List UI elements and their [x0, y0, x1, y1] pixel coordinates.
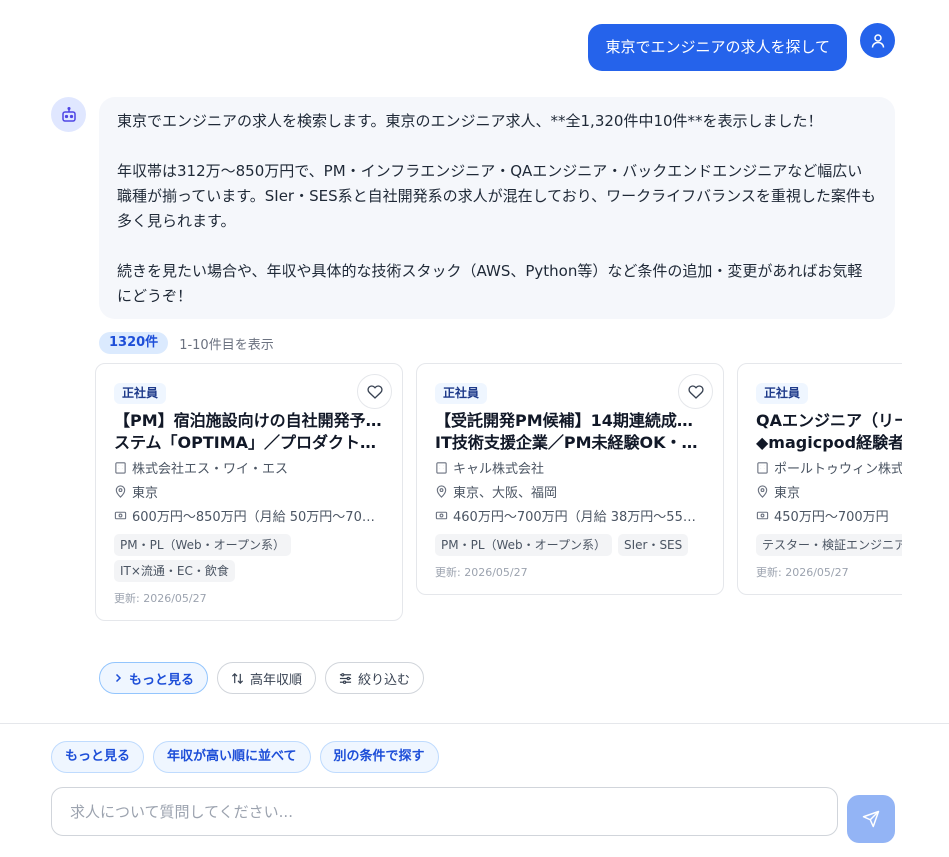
- job-title-line: QAエンジニア（リー: [756, 411, 902, 430]
- job-card[interactable]: 正社員 【PM】宿泊施設向けの自社開発予約シ ステム「OPTIMA」／プロダクト…: [95, 363, 403, 621]
- building-icon: [757, 461, 768, 474]
- job-title-line: ステム「OPTIMA」／プロダクトを…: [114, 433, 384, 452]
- industry-chip: IT×流通・EC・飲食: [114, 560, 235, 582]
- job-card[interactable]: 正社員 QAエンジニア（リー ◆magicpod経験者大 ポールトゥウィン株式 …: [737, 363, 902, 595]
- industry-chip: SIer・SES: [617, 534, 689, 556]
- bot-message-paragraph: 続きを見たい場合や、年収や具体的な技術スタック（AWS、Python等）など条件…: [117, 262, 863, 305]
- company-name: 株式会社エス・ワイ・エス: [132, 461, 289, 477]
- chat-input-container: [51, 787, 838, 836]
- show-more-label: もっと見る: [129, 672, 195, 688]
- updated-date: 更新: 2026/05/27: [756, 566, 849, 579]
- bot-icon: [61, 106, 76, 122]
- user-icon: [871, 33, 884, 48]
- employment-type-tag: 正社員: [435, 383, 488, 404]
- heart-icon: [687, 384, 704, 399]
- bot-message-paragraph: 東京でエンジニアの求人を検索します。東京のエンジニア求人、**全1,320件中1…: [117, 112, 823, 130]
- favorite-button[interactable]: [357, 374, 392, 409]
- divider: [0, 723, 949, 724]
- map-pin-icon: [115, 484, 126, 498]
- salary-text: 450万円〜700万円: [774, 509, 889, 525]
- company-row: ポールトゥウィン株式: [756, 456, 902, 478]
- job-title[interactable]: 【PM】宿泊施設向けの自社開発予約シ ステム「OPTIMA」／プロダクトを…: [114, 410, 384, 454]
- updated-date: 更新: 2026/05/27: [435, 566, 528, 579]
- job-card[interactable]: 正社員 【受託開発PM候補】14期連続成長の IT技術支援企業／PM未経験OK・…: [416, 363, 724, 595]
- salary-row: 450万円〜700万円: [756, 504, 902, 526]
- user-message-row: 東京でエンジニアの求人を探して: [588, 24, 847, 71]
- result-range-text: 1-10件目を表示: [179, 337, 274, 353]
- job-category-chip: テスター・検証エンジニア: [756, 534, 902, 556]
- result-actions: もっと見る 高年収順 絞り込む: [99, 662, 425, 694]
- heart-icon: [366, 384, 383, 399]
- job-category-chips: テスター・検証エンジニア: [756, 534, 902, 556]
- location-row: 東京: [114, 480, 384, 502]
- job-title[interactable]: 【受託開発PM候補】14期連続成長の IT技術支援企業／PM未経験OK・残…: [435, 410, 705, 454]
- job-title-line: 【PM】宿泊施設向けの自社開発予約シ: [114, 411, 384, 430]
- suggestion-chip[interactable]: もっと見る: [51, 741, 145, 773]
- company-name: ポールトゥウィン株式: [774, 461, 902, 477]
- updated-date: 更新: 2026/05/27: [114, 592, 207, 605]
- chevron-right-icon: [115, 673, 122, 683]
- company-name: キャル株式会社: [453, 461, 545, 477]
- favorite-button[interactable]: [678, 374, 713, 409]
- building-icon: [436, 461, 447, 474]
- result-count-badge: 1320件: [99, 332, 169, 354]
- sort-high-salary-button[interactable]: 高年収順: [217, 662, 317, 694]
- job-category-chip: PM・PL（Web・オープン系）: [114, 534, 291, 556]
- results-meta: 1320件 1-10件目を表示: [99, 332, 274, 354]
- job-category-chip: PM・PL（Web・オープン系）: [435, 534, 612, 556]
- location-row: 東京、大阪、福岡: [435, 480, 705, 502]
- company-row: キャル株式会社: [435, 456, 705, 478]
- suggestion-chip[interactable]: 別の条件で探す: [319, 741, 439, 773]
- salary-text: 460万円〜700万円（月給 38万円〜55…: [453, 509, 696, 525]
- money-icon: [756, 511, 769, 519]
- map-pin-icon: [757, 484, 768, 498]
- filter-label: 絞り込む: [358, 672, 411, 688]
- salary-text: 600万円〜850万円（月給 50万円〜70…: [132, 509, 375, 525]
- job-title-line: 【受託開発PM候補】14期連続成長の: [435, 411, 705, 430]
- job-title-line: IT技術支援企業／PM未経験OK・残…: [435, 433, 705, 452]
- employment-type-tag: 正社員: [114, 383, 167, 404]
- building-icon: [115, 461, 126, 474]
- sort-label: 高年収順: [250, 672, 303, 688]
- send-button[interactable]: [847, 795, 895, 843]
- company-row: 株式会社エス・ワイ・エス: [114, 456, 384, 478]
- bot-avatar: [51, 97, 86, 132]
- send-icon: [862, 810, 880, 828]
- location-row: 東京: [756, 480, 902, 502]
- location-text: 東京: [774, 485, 801, 501]
- job-title-line: ◆magicpod経験者大: [756, 433, 902, 452]
- salary-row: 460万円〜700万円（月給 38万円〜55…: [435, 504, 705, 526]
- job-category-chips: PM・PL（Web・オープン系） SIer・SES: [435, 534, 705, 556]
- chat-input[interactable]: [52, 788, 837, 835]
- bot-message-paragraph: 年収帯は312万〜850万円で、PM・インフラエンジニア・QAエンジニア・バック…: [117, 162, 876, 230]
- money-icon: [435, 511, 448, 519]
- show-more-button[interactable]: もっと見る: [99, 662, 209, 694]
- job-category-chips: PM・PL（Web・オープン系） IT×流通・EC・飲食: [114, 534, 384, 582]
- suggestion-chip[interactable]: 年収が高い順に並べて: [153, 741, 311, 773]
- salary-row: 600万円〜850万円（月給 50万円〜70…: [114, 504, 384, 526]
- job-title[interactable]: QAエンジニア（リー ◆magicpod経験者大: [756, 410, 902, 454]
- money-icon: [114, 511, 127, 519]
- user-avatar: [860, 23, 895, 58]
- suggestion-chips: もっと見る 年収が高い順に並べて 別の条件で探す: [51, 741, 439, 773]
- bot-message-bubble: 東京でエンジニアの求人を検索します。東京のエンジニア求人、**全1,320件中1…: [99, 97, 895, 319]
- location-text: 東京、大阪、福岡: [453, 485, 558, 501]
- map-pin-icon: [436, 484, 447, 498]
- user-message-bubble: 東京でエンジニアの求人を探して: [588, 24, 847, 71]
- filter-button[interactable]: 絞り込む: [325, 662, 425, 694]
- employment-type-tag: 正社員: [756, 383, 809, 404]
- job-cards-carousel[interactable]: 正社員 【PM】宿泊施設向けの自社開発予約シ ステム「OPTIMA」／プロダクト…: [95, 363, 902, 623]
- location-text: 東京: [132, 485, 159, 501]
- sliders-icon: [339, 672, 352, 684]
- sort-arrows-icon: [231, 672, 244, 684]
